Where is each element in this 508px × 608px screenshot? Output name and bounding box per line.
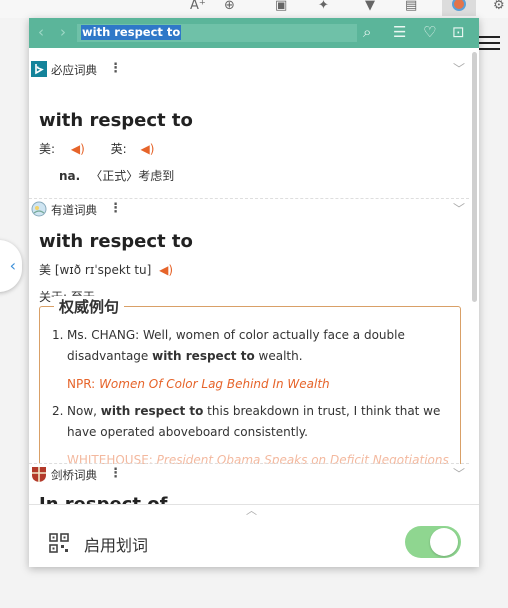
toggle-label: 启用划词	[84, 536, 149, 555]
speaker-icon[interactable]: ◀)	[141, 142, 155, 156]
part-of-speech: na.	[59, 169, 81, 183]
example-highlight: with respect to	[100, 404, 204, 418]
phonetic: 美 [wɪð rɪˈspekt tu]	[39, 263, 152, 277]
more-options-icon[interactable]: ⋮	[109, 466, 122, 481]
source-label: NPR:	[67, 377, 96, 391]
menu-icon[interactable]: ☰	[393, 23, 406, 41]
example-number: 1.	[52, 328, 64, 342]
speaker-icon[interactable]: ◀)	[159, 263, 173, 277]
definition-text: 〈正式〉考虑到	[90, 169, 175, 183]
search-input[interactable]: with respect to	[77, 24, 357, 42]
headword: with respect to	[39, 231, 193, 252]
dictionary-content: 必应词典 ⋮ ﹀ with respect to 美: ◀) 英: ◀) na.…	[29, 48, 479, 504]
enable-selection-toggle[interactable]	[405, 526, 461, 558]
definition-row: na. 〈正式〉考虑到	[59, 167, 174, 184]
search-icon[interactable]: ⌕	[363, 23, 371, 41]
bing-dict-header: 必应词典 ⋮ ﹀	[29, 59, 469, 81]
cat-extension-icon[interactable]: ✦	[318, 0, 329, 13]
headword: with respect to	[39, 110, 193, 131]
hamburger-menu-icon[interactable]	[478, 36, 500, 54]
example-source[interactable]: NPR: Women Of Color Lag Behind In Wealth	[67, 377, 330, 391]
chevron-down-icon[interactable]: ﹀	[453, 60, 465, 77]
divider	[29, 463, 469, 464]
dict-name: 有道词典	[51, 203, 97, 217]
scrollbar[interactable]	[472, 52, 477, 302]
extension-add-icon[interactable]: ⊕	[224, 0, 235, 13]
settings-gear-icon[interactable]: ⚙	[493, 0, 505, 13]
example-sentence: 2. Now, with respect to this breakdown i…	[52, 401, 452, 443]
bing-logo-icon	[31, 61, 47, 77]
browser-toolbar: A⁺ ⊕ ▣ ✦ ▼ ▤ ⚙	[0, 0, 508, 18]
dictionary-popup: ‹ › with respect to ⌕ ☰ ♡ ⊡ 必应词典 ⋮ ﹀ wit…	[29, 18, 479, 567]
heart-icon[interactable]: ♡	[423, 23, 436, 41]
example-sentence: 1. Ms. CHANG: Well, women of color actua…	[52, 325, 452, 367]
example-number: 2.	[52, 404, 64, 418]
uk-label: 英:	[110, 142, 127, 156]
dict-name: 剑桥词典	[51, 468, 97, 482]
scroll-top-button[interactable]: ‹	[0, 240, 22, 292]
speaker-icon[interactable]: ◀)	[71, 142, 85, 156]
ocr-icon[interactable]: ▣	[275, 0, 287, 13]
us-label: 美:	[39, 142, 56, 156]
more-options-icon[interactable]: ⋮	[109, 201, 122, 216]
chevron-up-icon[interactable]: ︿	[246, 502, 257, 518]
youdao-logo-icon	[31, 201, 47, 217]
example-text: Now,	[67, 404, 101, 418]
font-icon[interactable]: A⁺	[190, 0, 206, 13]
toggle-knob[interactable]	[430, 528, 458, 556]
search-query-text[interactable]: with respect to	[81, 25, 182, 40]
example-highlight: with respect to	[152, 349, 255, 363]
pronunciation-row: 美: ◀) 英: ◀)	[39, 140, 154, 157]
chevron-down-icon[interactable]: ﹀	[453, 465, 465, 482]
doc-icon[interactable]: ⊡	[452, 23, 465, 41]
qr-code-icon[interactable]	[49, 533, 69, 553]
chevron-up-icon: ‹	[9, 256, 16, 275]
back-arrow-icon[interactable]: ‹	[38, 23, 44, 41]
popup-topbar: ‹ › with respect to ⌕ ☰ ♡ ⊡	[29, 18, 479, 48]
pin-icon[interactable]: ▼	[365, 0, 375, 13]
example-text: wealth.	[254, 349, 303, 363]
pronunciation-row: 美 [wɪð rɪˈspekt tu] ◀)	[39, 261, 173, 278]
extension-grey-icon[interactable]: ▤	[405, 0, 417, 13]
source-title[interactable]: Women Of Color Lag Behind In Wealth	[99, 377, 330, 391]
youdao-dict-header: 有道词典 ⋮ ﹀	[29, 199, 469, 221]
forward-arrow-icon[interactable]: ›	[60, 23, 66, 41]
dict-name: 必应词典	[51, 63, 97, 77]
chevron-down-icon[interactable]: ﹀	[453, 200, 465, 217]
headword: In respect of ...	[39, 494, 194, 504]
more-options-icon[interactable]: ⋮	[109, 61, 122, 76]
authority-title: 权威例句	[54, 296, 125, 317]
cambridge-crest-icon	[32, 467, 46, 482]
